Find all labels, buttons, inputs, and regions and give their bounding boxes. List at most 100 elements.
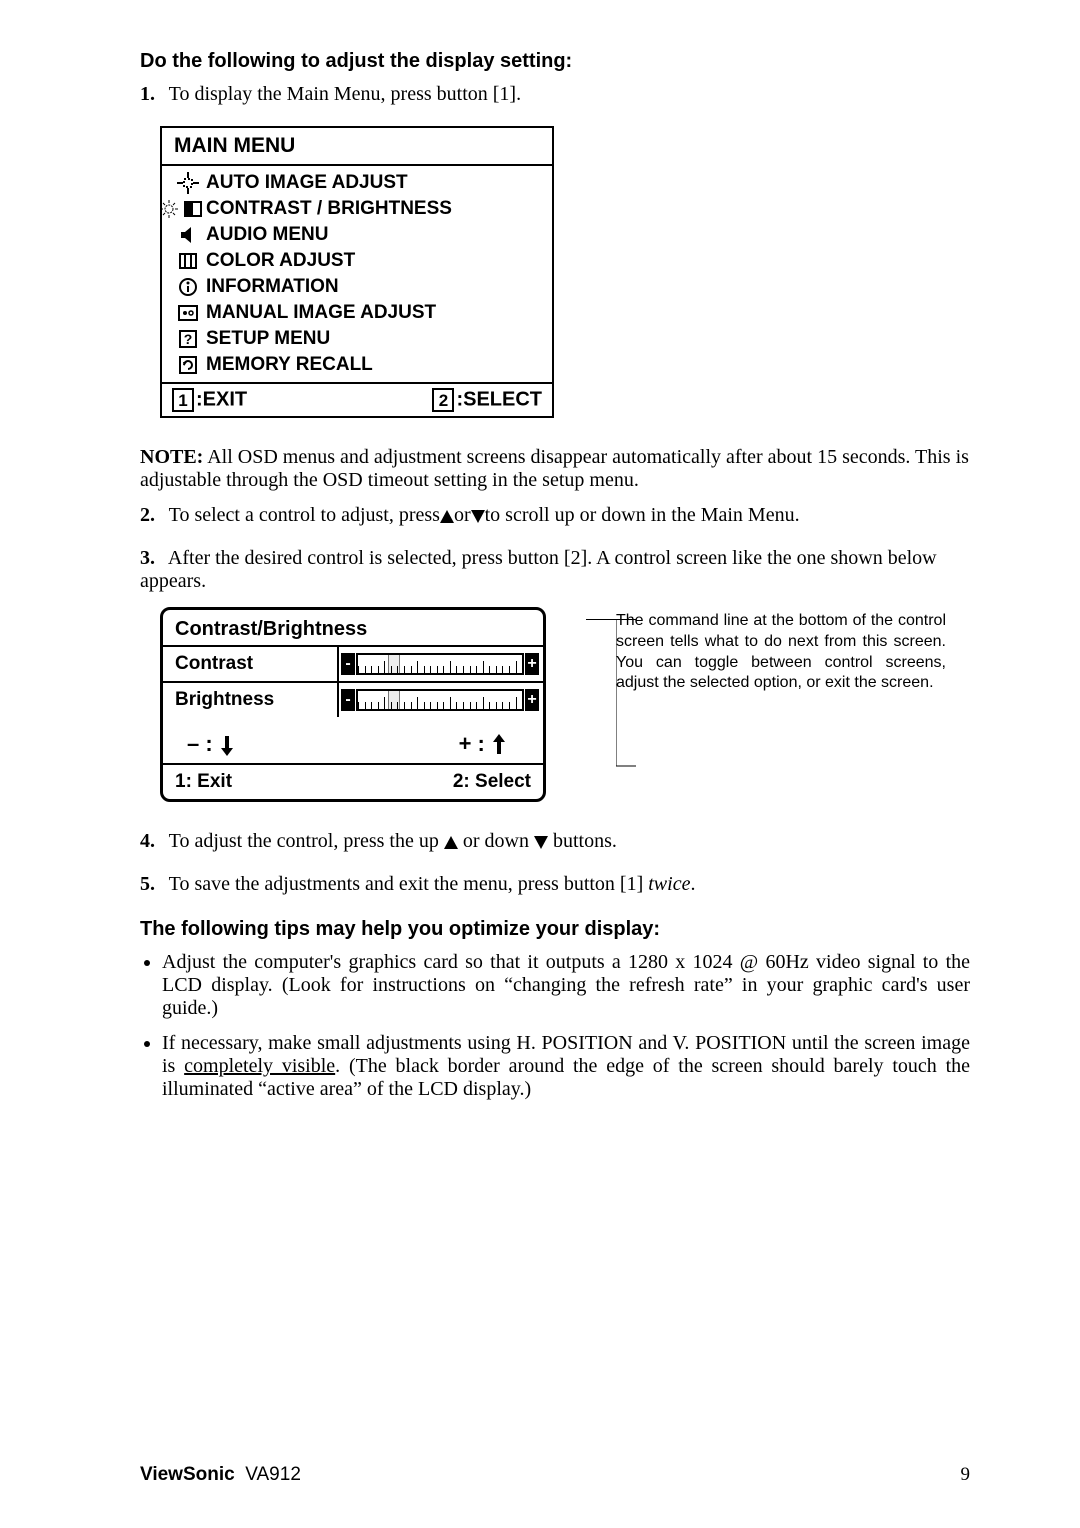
- menu-item-label: MEMORY RECALL: [206, 354, 373, 376]
- section-heading-2: The following tips may help you optimize…: [140, 918, 970, 941]
- main-menu-diagram: MAIN MENU AUTO IMAGE ADJUST CONTRAST / B…: [160, 126, 554, 418]
- tip-2-underline: completely visible: [184, 1055, 335, 1077]
- step-5: 5. To save the adjustments and exit the …: [140, 873, 970, 896]
- ctrl-minus-down: – :: [187, 731, 235, 757]
- minus-icon: -: [341, 653, 355, 675]
- menu-item-label: MANUAL IMAGE ADJUST: [206, 302, 436, 324]
- triangle-down-icon: [471, 510, 485, 523]
- step-3: 3. After the desired control is selected…: [140, 547, 970, 593]
- ctrl-label-contrast: Contrast: [163, 647, 339, 681]
- step-4-text-a: To adjust the control, press the up: [169, 830, 444, 852]
- slider: - +: [341, 689, 539, 711]
- step-2-num: 2.: [140, 504, 164, 527]
- sliders-icon: [170, 301, 206, 325]
- menu-item-label: COLOR ADJUST: [206, 250, 355, 272]
- footer-page-num: 9: [961, 1464, 971, 1486]
- note-paragraph: NOTE: All OSD menus and adjustment scree…: [140, 446, 970, 492]
- ctrl-row-contrast: Contrast - +: [163, 645, 543, 681]
- arrow-down-icon: [219, 734, 235, 756]
- step-2-text-c: to scroll up or down in the Main Menu.: [485, 504, 800, 526]
- tip-item-2: If necessary, make small adjustments usi…: [162, 1032, 970, 1101]
- slider-track: [356, 653, 524, 675]
- ctrl-plus-up: + :: [459, 731, 507, 757]
- page-footer: ViewSonic VA912 9: [140, 1464, 970, 1486]
- footer-exit-label: :EXIT: [196, 389, 247, 411]
- menu-item-recall: MEMORY RECALL: [162, 352, 552, 378]
- speaker-icon: [170, 223, 206, 247]
- step-4-num: 4.: [140, 830, 164, 853]
- step-2: 2. To select a control to adjust, press o…: [140, 504, 970, 527]
- footer-select: 2:SELECT: [432, 388, 542, 412]
- footer-select-label: :SELECT: [456, 389, 542, 411]
- step-1-text: To display the Main Menu, press button […: [169, 83, 521, 105]
- footer-brand: ViewSonic: [140, 1464, 235, 1485]
- minus-icon: -: [341, 689, 355, 711]
- minus-label: – :: [187, 731, 219, 756]
- recall-icon: [170, 353, 206, 377]
- step-2-text-a: To select a control to adjust, press: [169, 504, 440, 526]
- triangle-up-icon: [444, 836, 458, 849]
- ctrl-foot-select: 2: Select: [453, 771, 531, 793]
- menu-item-label: SETUP MENU: [206, 328, 330, 350]
- step-3-num: 3.: [140, 547, 164, 570]
- ctrl-foot-exit: 1: Exit: [175, 771, 232, 793]
- step-5-text-b: .: [690, 873, 695, 895]
- key-1-icon: 1: [172, 388, 194, 412]
- ctrl-label-brightness: Brightness: [163, 683, 339, 717]
- main-menu-body: AUTO IMAGE ADJUST CONTRAST / BRIGHTNESS …: [162, 166, 552, 384]
- step-1-num: 1.: [140, 83, 164, 106]
- step-4-text-c: buttons.: [548, 830, 617, 852]
- question-box-icon: ?: [170, 327, 206, 351]
- step-2-text-b: or: [454, 504, 471, 526]
- slider-track: [356, 689, 524, 711]
- plus-icon: +: [525, 653, 539, 675]
- sun-contrast-icon: [158, 197, 206, 221]
- color-bars-icon: [170, 249, 206, 273]
- ctrl-footer: 1: Exit 2: Select: [163, 763, 543, 799]
- ctrl-title: Contrast/Brightness: [163, 610, 543, 645]
- ctrl-arrows-row: – : + :: [163, 717, 543, 763]
- arrow-up-icon: [491, 734, 507, 756]
- menu-item-label: AUDIO MENU: [206, 224, 328, 246]
- main-menu-title: MAIN MENU: [162, 128, 552, 166]
- ctrl-slider-brightness: - +: [339, 685, 543, 715]
- menu-item-manual: MANUAL IMAGE ADJUST: [162, 300, 552, 326]
- tip-item-1: Adjust the computer's graphics card so t…: [162, 951, 970, 1020]
- menu-item-label: AUTO IMAGE ADJUST: [206, 172, 408, 194]
- step-5-text-a: To save the adjustments and exit the men…: [169, 873, 649, 895]
- menu-item-setup: ? SETUP MENU: [162, 326, 552, 352]
- step-4: 4. To adjust the control, press the up o…: [140, 830, 970, 853]
- menu-item-auto-image: AUTO IMAGE ADJUST: [162, 170, 552, 196]
- triangle-up-icon: [440, 510, 454, 523]
- key-2-icon: 2: [432, 388, 454, 412]
- plus-label: + :: [459, 731, 491, 756]
- control-panel-diagram: Contrast/Brightness Contrast - + Brightn…: [160, 607, 546, 802]
- footer-model: VA912: [245, 1464, 301, 1485]
- menu-item-audio: AUDIO MENU: [162, 222, 552, 248]
- section-heading-1: Do the following to adjust the display s…: [140, 50, 970, 73]
- step-4-text-b: or down: [458, 830, 534, 852]
- footer-exit: 1:EXIT: [172, 388, 247, 412]
- menu-item-label: INFORMATION: [206, 276, 339, 298]
- plus-icon: +: [525, 689, 539, 711]
- tips-list: Adjust the computer's graphics card so t…: [140, 951, 970, 1101]
- note-body: All OSD menus and adjustment screens dis…: [140, 446, 969, 491]
- info-icon: [170, 275, 206, 299]
- menu-item-color: COLOR ADJUST: [162, 248, 552, 274]
- step-3-text: After the desired control is selected, p…: [140, 547, 937, 592]
- step-5-twice: twice: [648, 873, 690, 895]
- svg-text:?: ?: [184, 331, 193, 347]
- ctrl-row-brightness: Brightness - +: [163, 681, 543, 717]
- note-prefix: NOTE:: [140, 446, 203, 468]
- main-menu-footer: 1:EXIT 2:SELECT: [162, 384, 552, 416]
- callout-leader-line: [586, 619, 636, 620]
- crosshair-icon: [170, 171, 206, 195]
- menu-item-contrast: CONTRAST / BRIGHTNESS: [162, 196, 552, 222]
- triangle-down-icon: [534, 836, 548, 849]
- ctrl-slider-contrast: - +: [339, 649, 543, 679]
- menu-item-info: INFORMATION: [162, 274, 552, 300]
- step-1: 1. To display the Main Menu, press butto…: [140, 83, 970, 106]
- menu-item-label: CONTRAST / BRIGHTNESS: [206, 198, 452, 220]
- control-panel-row: Contrast/Brightness Contrast - + Brightn…: [140, 607, 970, 802]
- step-5-num: 5.: [140, 873, 164, 896]
